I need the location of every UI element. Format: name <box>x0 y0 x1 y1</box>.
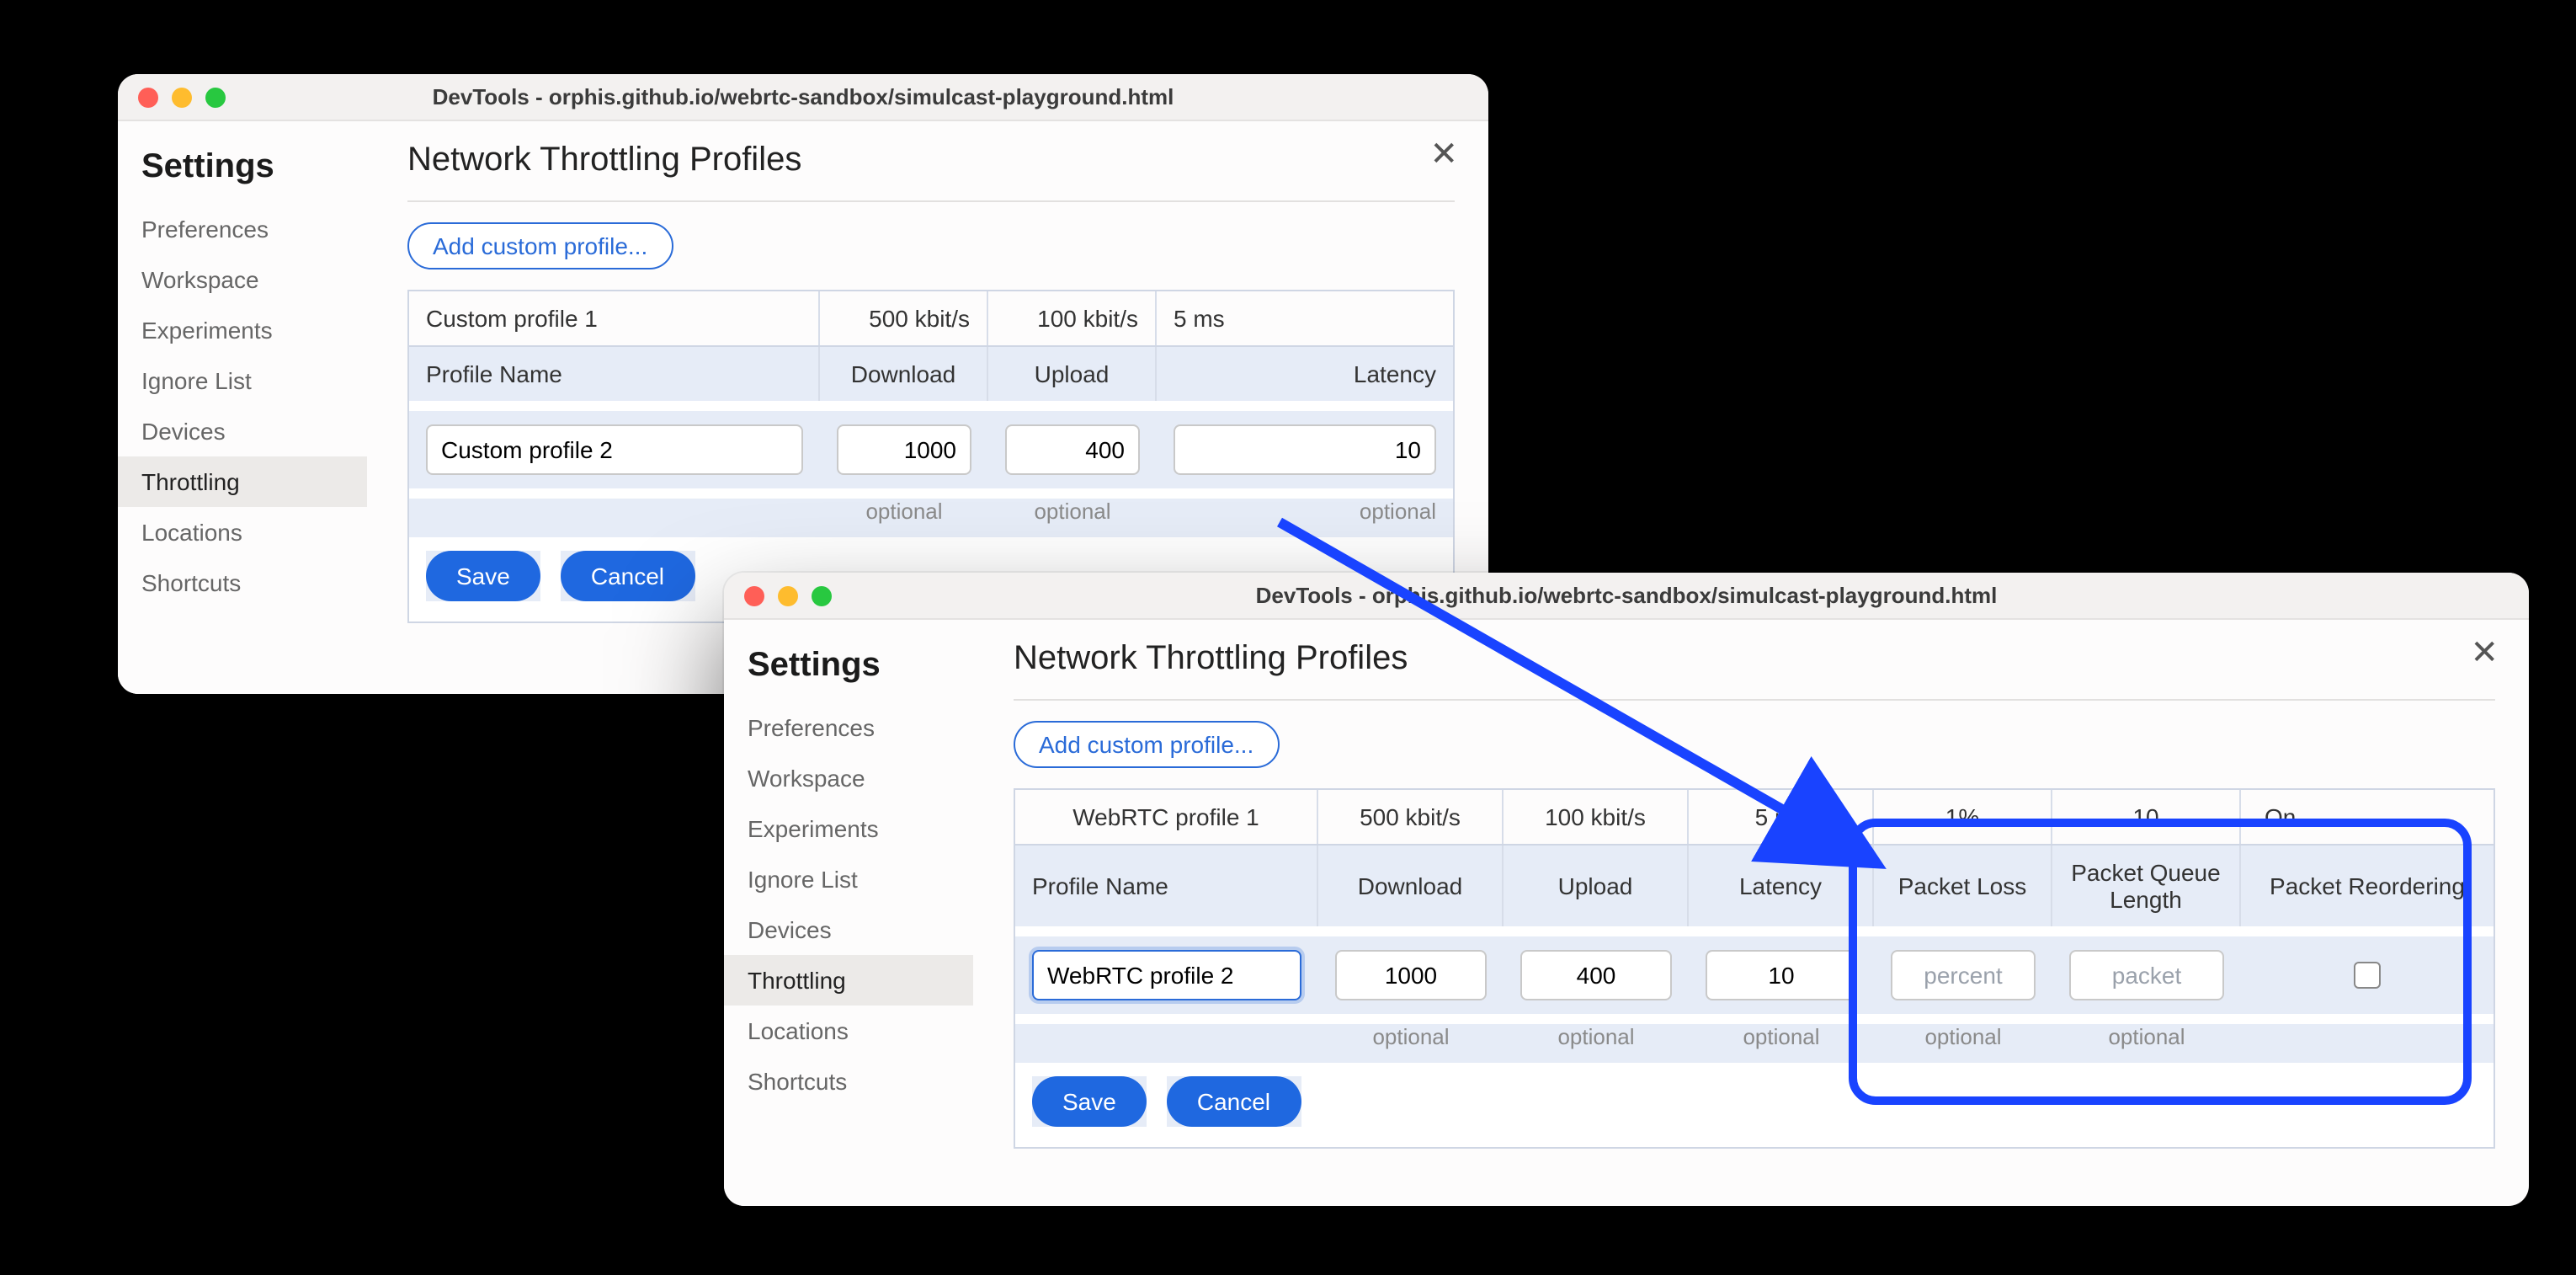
optional-label: optional <box>1157 499 1453 537</box>
cell-packet-loss: 1% <box>1874 790 2052 844</box>
edit-row <box>1015 926 2494 1024</box>
sidebar-item-devices[interactable]: Devices <box>118 406 367 456</box>
optional-label: optional <box>1689 1024 1874 1063</box>
upload-input[interactable] <box>1520 950 1672 1000</box>
cell-name: Custom profile 1 <box>409 291 820 345</box>
settings-sidebar: Settings Preferences Workspace Experimen… <box>118 121 367 694</box>
traffic-close-icon[interactable] <box>744 586 764 606</box>
divider <box>1014 699 2495 701</box>
cell-latency: 5 ms <box>1689 790 1874 844</box>
latency-input[interactable] <box>1174 424 1436 475</box>
col-download: Download <box>1318 846 1504 926</box>
sidebar-item-shortcuts[interactable]: Shortcuts <box>724 1056 973 1107</box>
cell-packet-queue: 10 <box>2052 790 2241 844</box>
action-row: Save Cancel <box>1015 1063 2494 1147</box>
col-upload: Upload <box>988 347 1157 401</box>
page-title: Network Throttling Profiles <box>407 141 1455 194</box>
sidebar-item-devices[interactable]: Devices <box>724 904 973 955</box>
packet-queue-input[interactable] <box>2069 950 2224 1000</box>
sidebar-item-preferences[interactable]: Preferences <box>724 702 973 753</box>
sidebar-item-experiments[interactable]: Experiments <box>724 803 973 854</box>
profile-name-input[interactable] <box>426 424 803 475</box>
optional-label: optional <box>820 499 988 537</box>
upload-input[interactable] <box>1005 424 1140 475</box>
window-title: DevTools - orphis.github.io/webrtc-sandb… <box>1256 583 1998 608</box>
cell-download: 500 kbit/s <box>1318 790 1504 844</box>
settings-title: Settings <box>724 637 973 702</box>
optional-label: optional <box>988 499 1157 537</box>
sidebar-item-experiments[interactable]: Experiments <box>118 305 367 355</box>
traffic-close-icon[interactable] <box>138 88 158 108</box>
col-profile-name: Profile Name <box>409 347 820 401</box>
sidebar-item-shortcuts[interactable]: Shortcuts <box>118 557 367 608</box>
sidebar-item-throttling[interactable]: Throttling <box>118 456 367 507</box>
col-packet-reorder: Packet Reordering <box>2241 846 2494 926</box>
settings-title: Settings <box>118 138 367 204</box>
add-custom-profile-button[interactable]: Add custom profile... <box>1014 721 1279 768</box>
main-panel: ✕ Network Throttling Profiles Add custom… <box>973 620 2529 1206</box>
close-icon[interactable]: ✕ <box>2470 637 2499 670</box>
add-custom-profile-button[interactable]: Add custom profile... <box>407 222 673 269</box>
col-packet-queue: Packet Queue Length <box>2052 846 2241 926</box>
sidebar-item-ignore-list[interactable]: Ignore List <box>724 854 973 904</box>
titlebar[interactable]: DevTools - orphis.github.io/webrtc-sandb… <box>118 74 1488 121</box>
packet-loss-input[interactable] <box>1891 950 2036 1000</box>
profile-name-input[interactable] <box>1032 950 1301 1000</box>
latency-input[interactable] <box>1706 950 1857 1000</box>
optional-row: optional optional optional <box>409 499 1453 537</box>
cell-upload: 100 kbit/s <box>1504 790 1689 844</box>
cell-name: WebRTC profile 1 <box>1015 790 1318 844</box>
optional-label: optional <box>1874 1024 2052 1063</box>
sidebar-item-locations[interactable]: Locations <box>118 507 367 557</box>
col-upload: Upload <box>1504 846 1689 926</box>
titlebar[interactable]: DevTools - orphis.github.io/webrtc-sandb… <box>724 573 2529 620</box>
traffic-min-icon[interactable] <box>778 586 798 606</box>
sidebar-item-throttling[interactable]: Throttling <box>724 955 973 1006</box>
edit-row <box>409 401 1453 499</box>
settings-sidebar: Settings Preferences Workspace Experimen… <box>724 620 973 1206</box>
cell-latency: 5 ms <box>1157 291 1453 345</box>
table-row[interactable]: WebRTC profile 1 500 kbit/s 100 kbit/s 5… <box>1015 790 2494 844</box>
window-title: DevTools - orphis.github.io/webrtc-sandb… <box>433 84 1174 109</box>
cancel-button[interactable]: Cancel <box>561 551 695 601</box>
cancel-button[interactable]: Cancel <box>1167 1076 1301 1127</box>
col-download: Download <box>820 347 988 401</box>
sidebar-item-locations[interactable]: Locations <box>724 1006 973 1056</box>
optional-label: optional <box>1318 1024 1504 1063</box>
optional-label: optional <box>2052 1024 2241 1063</box>
sidebar-item-workspace[interactable]: Workspace <box>118 254 367 305</box>
cell-packet-reorder: On <box>2241 790 2494 844</box>
table-row[interactable]: Custom profile 1 500 kbit/s 100 kbit/s 5… <box>409 291 1453 345</box>
cell-download: 500 kbit/s <box>820 291 988 345</box>
col-profile-name: Profile Name <box>1015 846 1318 926</box>
traffic-min-icon[interactable] <box>172 88 192 108</box>
page-title: Network Throttling Profiles <box>1014 640 2495 692</box>
col-latency: Latency <box>1689 846 1874 926</box>
profiles-table: WebRTC profile 1 500 kbit/s 100 kbit/s 5… <box>1014 788 2495 1149</box>
sidebar-item-ignore-list[interactable]: Ignore List <box>118 355 367 406</box>
save-button[interactable]: Save <box>1032 1076 1147 1127</box>
packet-reorder-checkbox[interactable] <box>2354 962 2381 989</box>
cell-upload: 100 kbit/s <box>988 291 1157 345</box>
devtools-window-new: DevTools - orphis.github.io/webrtc-sandb… <box>724 573 2529 1206</box>
download-input[interactable] <box>837 424 971 475</box>
col-latency: Latency <box>1157 347 1453 401</box>
save-button[interactable]: Save <box>426 551 540 601</box>
sidebar-item-workspace[interactable]: Workspace <box>724 753 973 803</box>
download-input[interactable] <box>1335 950 1487 1000</box>
table-header: Profile Name Download Upload Latency <box>409 345 1453 401</box>
table-header: Profile Name Download Upload Latency Pac… <box>1015 844 2494 926</box>
traffic-max-icon[interactable] <box>812 586 832 606</box>
optional-row: optional optional optional optional opti… <box>1015 1024 2494 1063</box>
sidebar-item-preferences[interactable]: Preferences <box>118 204 367 254</box>
divider <box>407 200 1455 202</box>
traffic-max-icon[interactable] <box>205 88 226 108</box>
col-packet-loss: Packet Loss <box>1874 846 2052 926</box>
optional-label: optional <box>1504 1024 1689 1063</box>
close-icon[interactable]: ✕ <box>1429 138 1458 172</box>
